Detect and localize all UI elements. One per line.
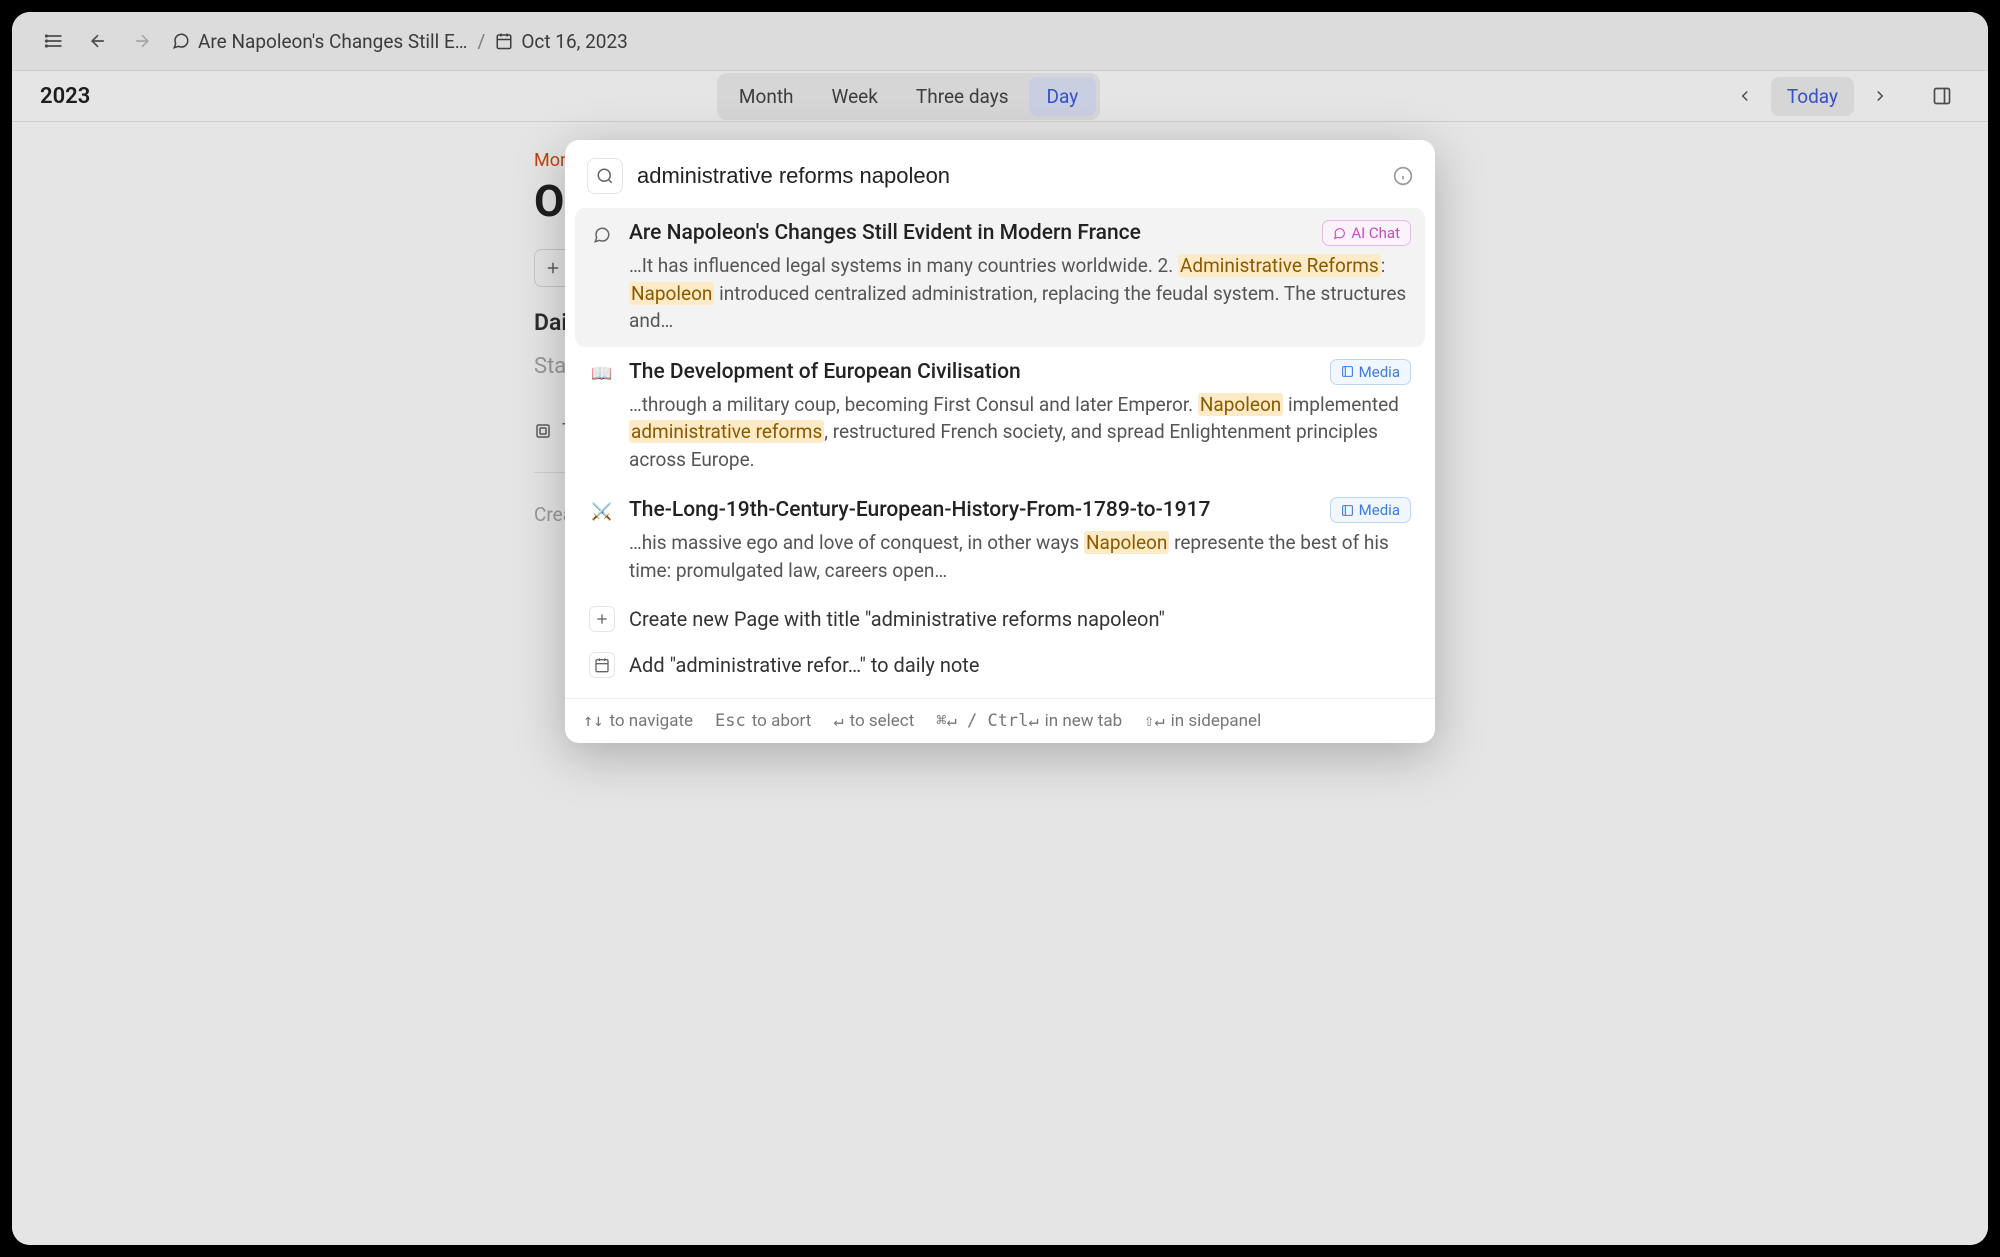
hint-select: ↵to select <box>833 711 914 731</box>
result-snippet: …It has influenced legal systems in many… <box>629 252 1411 335</box>
hint-newtab: ⌘↵ / Ctrl↵in new tab <box>936 711 1122 731</box>
result-title: The-Long-19th-Century-European-History-F… <box>629 498 1320 522</box>
add-daily-action[interactable]: Add "administrative refor…" to daily not… <box>575 642 1425 688</box>
result-title: Are Napoleon's Changes Still Evident in … <box>629 221 1312 245</box>
swords-icon: ⚔️ <box>589 499 615 525</box>
result-title: The Development of European Civilisation <box>629 360 1320 384</box>
create-page-action[interactable]: Create new Page with title "administrati… <box>575 596 1425 642</box>
search-row <box>565 140 1435 208</box>
action-label: Create new Page with title "administrati… <box>629 607 1165 631</box>
result-snippet: …his massive ego and love of conquest, i… <box>629 529 1411 584</box>
result-snippet: …through a military coup, becoming First… <box>629 391 1411 474</box>
search-footer: ↑↓to navigate Escto abort ↵to select ⌘↵ … <box>565 698 1435 743</box>
hint-abort: Escto abort <box>715 711 811 731</box>
plus-icon <box>589 606 615 632</box>
badge-media: Media <box>1330 497 1411 523</box>
book-icon: 📖 <box>589 361 615 387</box>
search-results: Are Napoleon's Changes Still Evident in … <box>565 208 1435 698</box>
search-icon <box>587 158 623 194</box>
search-result[interactable]: 📖 The Development of European Civilisati… <box>575 347 1425 486</box>
hint-sidepanel: ⇧↵in sidepanel <box>1144 711 1261 731</box>
calendar-icon <box>589 652 615 678</box>
action-label: Add "administrative refor…" to daily not… <box>629 653 979 677</box>
chat-icon <box>589 222 615 248</box>
search-result[interactable]: ⚔️ The-Long-19th-Century-European-Histor… <box>575 485 1425 596</box>
badge-media: Media <box>1330 359 1411 385</box>
hint-navigate: ↑↓to navigate <box>583 711 693 731</box>
info-icon[interactable] <box>1393 166 1413 186</box>
search-modal: Are Napoleon's Changes Still Evident in … <box>565 140 1435 743</box>
search-result[interactable]: Are Napoleon's Changes Still Evident in … <box>575 208 1425 347</box>
badge-aichat: AI Chat <box>1322 220 1411 246</box>
app-window: Are Napoleon's Changes Still E… / Oct 16… <box>12 12 1988 1245</box>
search-input[interactable] <box>637 163 1379 189</box>
